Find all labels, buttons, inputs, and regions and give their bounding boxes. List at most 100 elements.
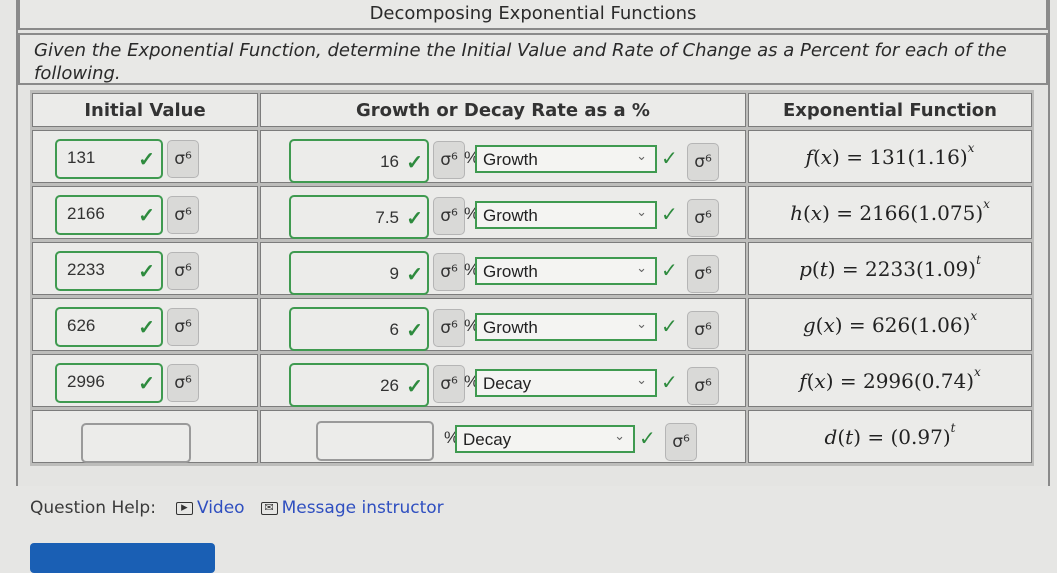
- rate-cell: 16 ✓ σ⁶ % Growth ⌄ ✓ σ⁶: [260, 130, 746, 183]
- growth-decay-select[interactable]: Growth ⌄: [475, 257, 657, 285]
- selected-option: Growth: [483, 206, 538, 225]
- correct-check-icon: ✓: [138, 149, 155, 171]
- initial-value-input[interactable]: 626 ✓: [55, 307, 163, 347]
- selected-option: Growth: [483, 262, 538, 281]
- initial-value-cell: 2166 ✓ σ⁶: [32, 186, 258, 239]
- math-hint-button[interactable]: σ⁶: [167, 196, 199, 234]
- initial-value-text: 2996: [67, 372, 105, 391]
- rate-cell: 9 ✓ σ⁶ % Growth ⌄ ✓ σ⁶: [260, 242, 746, 295]
- correct-check-icon: ✓: [138, 317, 155, 339]
- exponential-function: p(t) = 2233(1.09)t: [799, 252, 981, 281]
- growth-decay-select[interactable]: Growth ⌄: [475, 201, 657, 229]
- function-cell: p(t) = 2233(1.09)t: [748, 242, 1032, 295]
- selected-option: Growth: [483, 150, 538, 169]
- initial-value-input[interactable]: 2166 ✓: [55, 195, 163, 235]
- correct-check-icon: ✓: [138, 205, 155, 227]
- message-instructor-link[interactable]: Message instructor: [282, 498, 444, 518]
- chevron-down-icon: ⌄: [636, 260, 647, 275]
- growth-decay-select[interactable]: Growth ⌄: [475, 313, 657, 341]
- math-hint-button[interactable]: σ⁶: [433, 309, 465, 347]
- growth-decay-select[interactable]: Growth ⌄: [475, 145, 657, 173]
- chevron-down-icon: ⌄: [636, 316, 647, 331]
- math-hint-button[interactable]: σ⁶: [687, 199, 719, 237]
- rate-cell: 7.5 ✓ σ⁶ % Growth ⌄ ✓ σ⁶: [260, 186, 746, 239]
- rate-input[interactable]: 7.5 ✓: [289, 195, 429, 239]
- initial-value-input[interactable]: 131 ✓: [55, 139, 163, 179]
- video-link[interactable]: Video: [197, 498, 245, 518]
- rate-text: 16: [380, 152, 399, 171]
- rate-cell: 26 ✓ σ⁶ % Decay ⌄ ✓ σ⁶: [260, 354, 746, 407]
- exponential-function: f(x) = 131(1.16)x: [805, 140, 975, 169]
- math-hint-button[interactable]: σ⁶: [687, 143, 719, 181]
- math-hint-button[interactable]: σ⁶: [665, 423, 697, 461]
- math-hint-button[interactable]: σ⁶: [433, 365, 465, 403]
- function-cell: f(x) = 2996(0.74)x: [748, 354, 1032, 407]
- initial-value-input[interactable]: 2233 ✓: [55, 251, 163, 291]
- video-icon: ▸: [175, 501, 193, 515]
- table-row: 131 ✓ σ⁶ 16 ✓ σ⁶ % Growth ⌄ ✓ σ⁶ f(x) = …: [32, 130, 1032, 183]
- initial-value-cell: 2996 ✓ σ⁶: [32, 354, 258, 407]
- math-hint-button[interactable]: σ⁶: [687, 367, 719, 405]
- math-hint-button[interactable]: σ⁶: [433, 253, 465, 291]
- chevron-down-icon: ⌄: [614, 428, 625, 443]
- math-hint-button[interactable]: σ⁶: [167, 252, 199, 290]
- math-hint-button[interactable]: σ⁶: [687, 311, 719, 349]
- initial-value-text: 2233: [67, 260, 105, 279]
- mail-icon: ✉: [260, 501, 278, 515]
- table-row: 626 ✓ σ⁶ 6 ✓ σ⁶ % Growth ⌄ ✓ σ⁶ g(x) = 6…: [32, 298, 1032, 351]
- function-cell: g(x) = 626(1.06)x: [748, 298, 1032, 351]
- submit-question-button[interactable]: [30, 543, 215, 573]
- initial-value-text: 626: [67, 316, 96, 335]
- correct-check-icon: ✓: [639, 426, 656, 450]
- answer-table: Initial Value Growth or Decay Rate as a …: [30, 90, 1034, 466]
- instructions: Given the Exponential Function, determin…: [18, 33, 1048, 85]
- table-row: 2166 ✓ σ⁶ 7.5 ✓ σ⁶ % Growth ⌄ ✓ σ⁶ h(x) …: [32, 186, 1032, 239]
- initial-value-cell: 626 ✓ σ⁶: [32, 298, 258, 351]
- rate-text: 9: [389, 264, 399, 283]
- math-hint-button[interactable]: σ⁶: [433, 141, 465, 179]
- correct-check-icon: ✓: [661, 146, 678, 170]
- selected-option: Decay: [463, 430, 512, 449]
- initial-value-cell: 131 ✓ σ⁶: [32, 130, 258, 183]
- table-row: 2996 ✓ σ⁶ 26 ✓ σ⁶ % Decay ⌄ ✓ σ⁶ f(x) = …: [32, 354, 1032, 407]
- function-cell: d(t) = (0.97)t: [748, 410, 1032, 463]
- header-function: Exponential Function: [748, 93, 1032, 127]
- math-hint-button[interactable]: σ⁶: [687, 255, 719, 293]
- selected-option: Decay: [483, 374, 532, 393]
- correct-check-icon: ✓: [661, 370, 678, 394]
- rate-input[interactable]: 9 ✓: [289, 251, 429, 295]
- question-help: Question Help: ▸ Video ✉ Message instruc…: [30, 498, 444, 518]
- correct-check-icon: ✓: [406, 320, 423, 342]
- math-hint-button[interactable]: σ⁶: [433, 197, 465, 235]
- math-hint-button[interactable]: σ⁶: [167, 364, 199, 402]
- initial-value-input[interactable]: 2996 ✓: [55, 363, 163, 403]
- rate-cell: % Decay ⌄ ✓ σ⁶: [260, 410, 746, 463]
- math-hint-button[interactable]: σ⁶: [167, 308, 199, 346]
- rate-text: 26: [380, 376, 399, 395]
- rate-input[interactable]: [316, 421, 434, 461]
- exponential-function: h(x) = 2166(1.075)x: [790, 196, 990, 225]
- help-label: Question Help:: [30, 498, 156, 518]
- exponential-function: d(t) = (0.97)t: [824, 420, 956, 449]
- initial-value-cell: 2233 ✓ σ⁶: [32, 242, 258, 295]
- page-title: Decomposing Exponential Functions: [18, 0, 1048, 30]
- growth-decay-select[interactable]: Decay ⌄: [455, 425, 635, 453]
- correct-check-icon: ✓: [138, 373, 155, 395]
- correct-check-icon: ✓: [661, 314, 678, 338]
- correct-check-icon: ✓: [406, 208, 423, 230]
- initial-value-cell: [32, 410, 258, 463]
- chevron-down-icon: ⌄: [636, 372, 647, 387]
- rate-text: 6: [389, 320, 399, 339]
- rate-input[interactable]: 16 ✓: [289, 139, 429, 183]
- initial-value-text: 2166: [67, 204, 105, 223]
- table-row: % Decay ⌄ ✓ σ⁶ d(t) = (0.97)t: [32, 410, 1032, 463]
- math-hint-button[interactable]: σ⁶: [167, 140, 199, 178]
- chevron-down-icon: ⌄: [636, 204, 647, 219]
- growth-decay-select[interactable]: Decay ⌄: [475, 369, 657, 397]
- rate-text: 7.5: [375, 208, 399, 227]
- initial-value-input[interactable]: [81, 423, 191, 463]
- header-initial-value: Initial Value: [32, 93, 258, 127]
- rate-input[interactable]: 26 ✓: [289, 363, 429, 407]
- rate-input[interactable]: 6 ✓: [289, 307, 429, 351]
- correct-check-icon: ✓: [406, 376, 423, 398]
